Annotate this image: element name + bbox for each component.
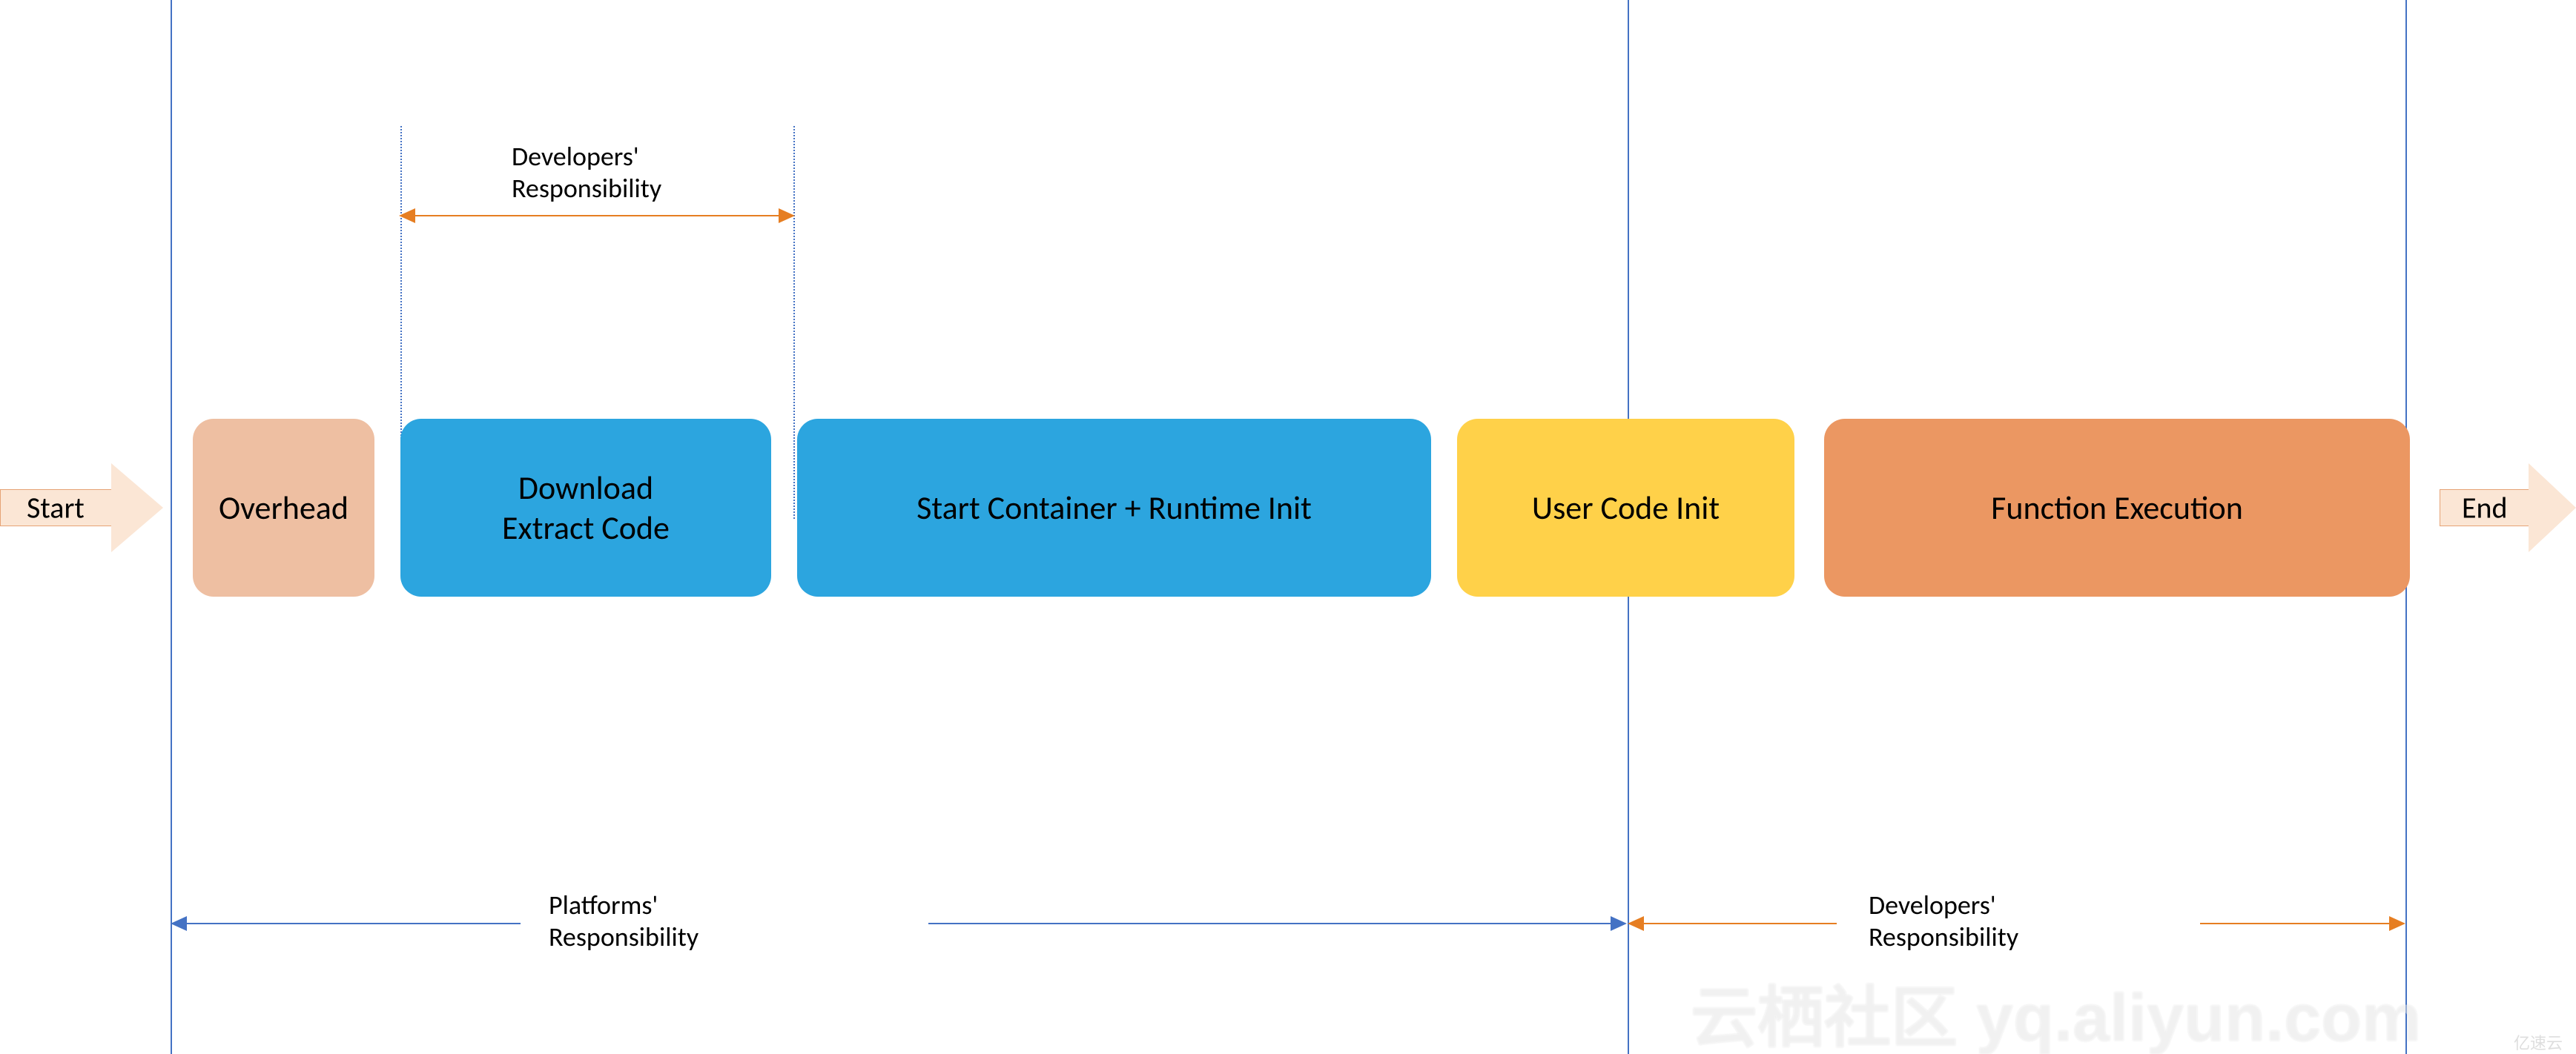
stage-overhead-label: Overhead [219, 488, 349, 528]
stage-container-label: Start Container + Runtime Init [917, 488, 1312, 528]
range-dev-bottom-label-line1: Developers' [1869, 889, 2018, 921]
start-arrow-label: Start [27, 490, 85, 526]
stage-user-init-label: User Code Init [1532, 488, 1720, 528]
range-dev-top-label: Developers' Responsibility [512, 141, 661, 205]
stage-download-label-line2: Extract Code [502, 508, 670, 548]
range-dev-top-label-line1: Developers' [512, 141, 661, 173]
range-dev-bottom-label: Developers' Responsibility [1869, 889, 2018, 953]
range-platform-label-line1: Platforms' [549, 889, 699, 921]
stage-user-code-init: User Code Init [1457, 419, 1794, 597]
watermark-text: 云栖社区 yq.aliyun.com [1691, 964, 2421, 1054]
range-platform-label-line2: Responsibility [549, 921, 699, 953]
end-arrow-label: End [2462, 490, 2508, 526]
start-arrow: Start [0, 463, 163, 552]
stage-function-execution: Function Execution [1824, 419, 2410, 597]
stage-overhead: Overhead [193, 419, 374, 597]
guide-line-download-end [793, 126, 795, 519]
watermark-tag: 亿速云 [2514, 1030, 2563, 1054]
stage-exec-label: Function Execution [1991, 488, 2243, 528]
range-dev-bottom-label-line2: Responsibility [1869, 921, 2018, 953]
range-platform-label: Platforms' Responsibility [549, 889, 699, 953]
stage-container-runtime: Start Container + Runtime Init [797, 419, 1431, 597]
stage-download-extract: Download Extract Code [400, 419, 771, 597]
end-arrow: End [2440, 463, 2576, 552]
stage-download-label-line1: Download [518, 468, 653, 508]
range-dev-top-label-line2: Responsibility [512, 173, 661, 205]
guide-line-leftmost [171, 0, 172, 1054]
